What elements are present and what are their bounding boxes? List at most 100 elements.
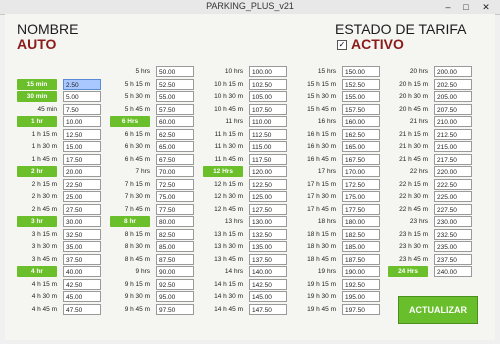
rate-input[interactable]: 80.00 xyxy=(156,216,194,227)
rate-input[interactable]: 190.00 xyxy=(342,266,380,277)
minimize-button[interactable]: – xyxy=(440,1,456,13)
rate-input[interactable]: 217.50 xyxy=(434,153,472,165)
rate-input[interactable]: 37.50 xyxy=(63,253,101,265)
rate-input[interactable]: 60.00 xyxy=(156,116,194,127)
rate-input[interactable]: 177.50 xyxy=(342,203,380,215)
rate-input[interactable]: 132.50 xyxy=(249,228,287,240)
rate-input[interactable]: 120.00 xyxy=(249,166,287,177)
rate-input[interactable]: 152.50 xyxy=(342,78,380,90)
rate-input[interactable]: 92.50 xyxy=(156,278,194,290)
rate-input[interactable]: 65.00 xyxy=(156,141,194,152)
rate-input[interactable]: 20.00 xyxy=(63,166,101,177)
rate-input[interactable]: 135.00 xyxy=(249,241,287,252)
rate-input[interactable]: 205.00 xyxy=(434,91,472,102)
rate-input[interactable]: 207.50 xyxy=(434,103,472,115)
rate-input[interactable]: 147.50 xyxy=(249,303,287,315)
rate-input[interactable]: 197.50 xyxy=(342,303,380,315)
rate-input[interactable]: 215.00 xyxy=(434,141,472,152)
rate-input[interactable]: 17.50 xyxy=(63,153,101,165)
rate-input[interactable]: 15.00 xyxy=(63,141,101,152)
rate-input[interactable]: 112.50 xyxy=(249,128,287,140)
rate-input[interactable]: 82.50 xyxy=(156,228,194,240)
rate-input[interactable]: 30.00 xyxy=(63,216,101,227)
rate-input[interactable]: 50.00 xyxy=(156,66,194,77)
rate-input[interactable]: 72.50 xyxy=(156,178,194,190)
rate-input[interactable]: 25.00 xyxy=(63,191,101,202)
rate-input[interactable]: 240.00 xyxy=(434,266,472,277)
rate-input[interactable]: 62.50 xyxy=(156,128,194,140)
rate-input[interactable]: 185.00 xyxy=(342,241,380,252)
rate-input[interactable]: 90.00 xyxy=(156,266,194,277)
rate-input[interactable]: 97.50 xyxy=(156,303,194,315)
rate-input[interactable]: 160.00 xyxy=(342,116,380,127)
rate-input[interactable]: 182.50 xyxy=(342,228,380,240)
close-button[interactable]: ✕ xyxy=(478,1,494,13)
rate-input[interactable]: 55.00 xyxy=(156,91,194,102)
rate-input[interactable]: 117.50 xyxy=(249,153,287,165)
rate-input[interactable]: 180.00 xyxy=(342,216,380,227)
rate-input[interactable]: 35.00 xyxy=(63,241,101,252)
rate-input[interactable]: 130.00 xyxy=(249,216,287,227)
rate-input[interactable]: 107.50 xyxy=(249,103,287,115)
rate-input[interactable]: 137.50 xyxy=(249,253,287,265)
rate-input[interactable]: 122.50 xyxy=(249,178,287,190)
rate-input[interactable]: 75.00 xyxy=(156,191,194,202)
rate-input[interactable]: 140.00 xyxy=(249,266,287,277)
rate-input[interactable]: 150.00 xyxy=(342,66,380,77)
rate-input[interactable]: 172.50 xyxy=(342,178,380,190)
rate-input[interactable]: 7.50 xyxy=(63,103,101,115)
rate-input[interactable]: 22.50 xyxy=(63,178,101,190)
rate-input[interactable]: 32.50 xyxy=(63,228,101,240)
rate-input[interactable]: 27.50 xyxy=(63,203,101,215)
rate-input[interactable]: 95.00 xyxy=(156,291,194,302)
rate-input[interactable]: 42.50 xyxy=(63,278,101,290)
rate-input[interactable]: 157.50 xyxy=(342,103,380,115)
rate-input[interactable]: 167.50 xyxy=(342,153,380,165)
rate-input[interactable]: 85.00 xyxy=(156,241,194,252)
rate-input[interactable]: 162.50 xyxy=(342,128,380,140)
rate-input[interactable]: 40.00 xyxy=(63,266,101,277)
rate-input[interactable]: 57.50 xyxy=(156,103,194,115)
rate-input[interactable]: 87.50 xyxy=(156,253,194,265)
rate-input[interactable]: 110.00 xyxy=(249,116,287,127)
rate-input[interactable]: 67.50 xyxy=(156,153,194,165)
rate-input[interactable]: 175.00 xyxy=(342,191,380,202)
rate-input[interactable]: 187.50 xyxy=(342,253,380,265)
rate-input[interactable]: 222.50 xyxy=(434,178,472,190)
rate-input[interactable]: 220.00 xyxy=(434,166,472,177)
rate-input[interactable]: 105.00 xyxy=(249,91,287,102)
rate-input[interactable]: 115.00 xyxy=(249,141,287,152)
rate-input[interactable]: 10.00 xyxy=(63,116,101,127)
rate-input[interactable]: 210.00 xyxy=(434,116,472,127)
actualizar-button[interactable]: ACTUALIZAR xyxy=(398,296,478,324)
rate-input[interactable]: 237.50 xyxy=(434,253,472,265)
activo-checkbox[interactable]: ✓ xyxy=(337,40,347,50)
rate-input[interactable]: 155.00 xyxy=(342,91,380,102)
rate-input[interactable]: 47.50 xyxy=(63,303,101,315)
rate-input[interactable]: 200.00 xyxy=(434,66,472,77)
rate-input[interactable]: 170.00 xyxy=(342,166,380,177)
rate-input[interactable]: 192.50 xyxy=(342,278,380,290)
rate-input[interactable]: 145.00 xyxy=(249,291,287,302)
rate-input[interactable]: 102.50 xyxy=(249,78,287,90)
rate-input[interactable]: 52.50 xyxy=(156,78,194,90)
rate-input[interactable]: 232.50 xyxy=(434,228,472,240)
rate-input[interactable]: 12.50 xyxy=(63,128,101,140)
rate-input[interactable]: 230.00 xyxy=(434,216,472,227)
rate-input[interactable]: 235.00 xyxy=(434,241,472,252)
rate-input[interactable]: 70.00 xyxy=(156,166,194,177)
maximize-button[interactable]: □ xyxy=(458,1,474,13)
rate-input[interactable]: 225.00 xyxy=(434,191,472,202)
rate-input[interactable]: 77.50 xyxy=(156,203,194,215)
rate-input[interactable]: 127.50 xyxy=(249,203,287,215)
rate-input[interactable]: 45.00 xyxy=(63,291,101,302)
rate-input[interactable]: 212.50 xyxy=(434,128,472,140)
rate-input[interactable]: 5.00 xyxy=(63,91,101,102)
rate-input[interactable]: 125.00 xyxy=(249,191,287,202)
rate-input[interactable]: 100.00 xyxy=(249,66,287,77)
rate-input[interactable]: 165.00 xyxy=(342,141,380,152)
rate-input[interactable]: 227.50 xyxy=(434,203,472,215)
rate-input[interactable]: 142.50 xyxy=(249,278,287,290)
rate-input[interactable]: 2.50 xyxy=(63,78,101,90)
rate-input[interactable]: 195.00 xyxy=(342,291,380,302)
